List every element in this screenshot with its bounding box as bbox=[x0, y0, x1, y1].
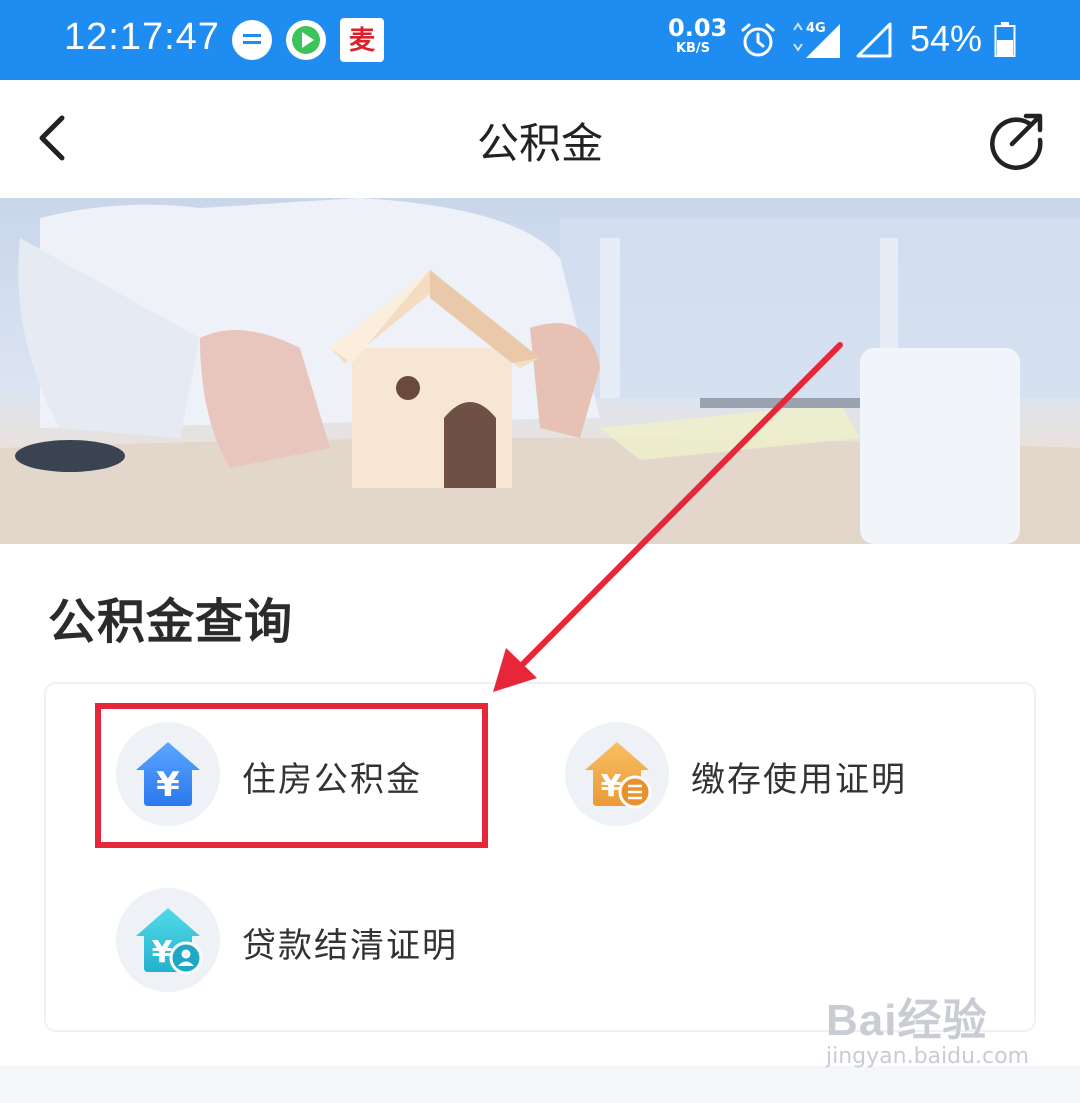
battery-percent: 54% bbox=[910, 18, 983, 59]
share-icon[interactable] bbox=[986, 110, 1046, 170]
banner-illustration bbox=[0, 198, 1080, 544]
item-label: 缴存使用证明 bbox=[691, 760, 907, 800]
alarm-icon bbox=[741, 23, 775, 57]
status-bar: 12:17:47 麦 0.03 KB/S 4G 54% bbox=[0, 0, 1080, 80]
banner-image bbox=[0, 198, 1080, 544]
signal-icon bbox=[856, 22, 892, 58]
svg-text:¥: ¥ bbox=[152, 935, 173, 970]
video-player-icon bbox=[286, 20, 326, 60]
house-yen-document-icon-bg: ¥ bbox=[565, 722, 669, 826]
network-speed: 0.03 KB/S bbox=[668, 14, 728, 56]
house-yen-person-icon: ¥ bbox=[136, 908, 203, 975]
message-icon bbox=[232, 20, 272, 60]
network-speed-value: 0.03 bbox=[668, 14, 728, 42]
page-title: 公积金 bbox=[476, 119, 603, 168]
item-label: 贷款结清证明 bbox=[242, 926, 458, 966]
battery-icon bbox=[994, 22, 1016, 57]
house-yen-document-icon: ¥ bbox=[585, 742, 652, 809]
highlight-annotation bbox=[95, 703, 488, 848]
watermark-url: jingyan.baidu.com bbox=[826, 1044, 1030, 1069]
svg-text:¥: ¥ bbox=[601, 769, 622, 804]
status-time: 12:17:47 bbox=[64, 16, 220, 58]
network-speed-unit: KB/S bbox=[675, 41, 711, 56]
app-header: 公积金 bbox=[0, 80, 1080, 198]
watermark: Bai经验 jingyan.baidu.com bbox=[826, 984, 1029, 1069]
house-yen-person-icon-bg: ¥ bbox=[116, 888, 220, 992]
signal-4g-icon: 4G bbox=[793, 21, 840, 58]
watermark-logo: Bai经验 bbox=[826, 996, 988, 1045]
bottom-divider bbox=[0, 1066, 1080, 1103]
mai-app-icon: 麦 bbox=[340, 18, 384, 62]
section-title: 公积金查询 bbox=[48, 594, 294, 650]
network-type: 4G bbox=[806, 21, 826, 36]
